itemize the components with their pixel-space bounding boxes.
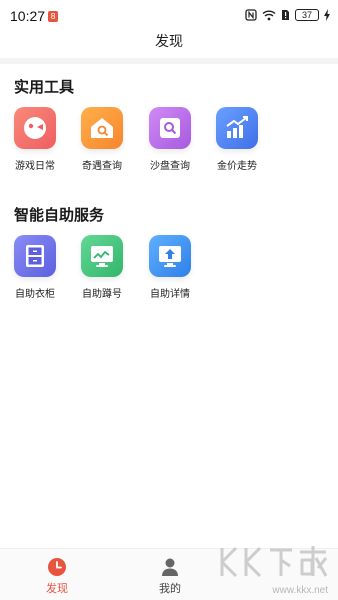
service-wardrobe-tile[interactable] bbox=[14, 235, 56, 277]
tab-discover-label: 发现 bbox=[46, 582, 68, 595]
service-account-watch-label: 自助蹲号 bbox=[82, 289, 122, 300]
tool-sandbox-query[interactable]: 沙盘查询 bbox=[140, 107, 200, 172]
header-divider bbox=[0, 58, 338, 64]
wifi-icon bbox=[262, 10, 276, 21]
tool-encounter-query[interactable]: 奇遇查询 bbox=[72, 107, 132, 172]
tab-discover[interactable]: 发现 bbox=[27, 557, 87, 596]
tab-mine[interactable]: 我的 bbox=[140, 557, 200, 596]
tool-game-daily-label: 游戏日常 bbox=[15, 161, 55, 172]
battery-indicator: 37 bbox=[295, 9, 319, 21]
service-account-watch-tile[interactable] bbox=[81, 235, 123, 277]
sim-alert-icon bbox=[282, 10, 289, 20]
page-title: 发现 bbox=[155, 34, 183, 50]
service-details-tile[interactable] bbox=[149, 235, 191, 277]
tool-sandbox-query-label: 沙盘查询 bbox=[150, 161, 190, 172]
status-time: 10:27 bbox=[10, 8, 46, 24]
service-wardrobe-label: 自助衣柜 bbox=[15, 289, 55, 300]
notification-badge: 8 bbox=[48, 11, 58, 22]
monitor-chart-icon bbox=[91, 246, 113, 267]
status-icons: 37 bbox=[245, 9, 330, 21]
service-details[interactable]: 自助详情 bbox=[140, 235, 200, 300]
nfc-icon bbox=[245, 9, 257, 21]
gamepad-icon bbox=[24, 117, 46, 139]
user-icon bbox=[162, 558, 178, 576]
service-account-watch[interactable]: 自助蹲号 bbox=[72, 235, 132, 300]
chart-trend-icon bbox=[226, 116, 248, 138]
charging-icon bbox=[324, 9, 330, 21]
service-details-label: 自助详情 bbox=[150, 289, 190, 300]
kk-download-logo-icon bbox=[220, 546, 328, 578]
tool-gold-price[interactable]: 金价走势 bbox=[207, 107, 267, 172]
tab-mine-label: 我的 bbox=[159, 582, 181, 595]
service-wardrobe[interactable]: 自助衣柜 bbox=[5, 235, 65, 300]
watermark-url: www.kkx.net bbox=[272, 585, 328, 596]
search-box-icon bbox=[160, 118, 180, 138]
upload-screen-icon bbox=[159, 246, 181, 267]
section-title-services: 智能自助服务 bbox=[14, 206, 105, 224]
tool-encounter-query-label: 奇遇查询 bbox=[82, 161, 122, 172]
clock-icon bbox=[48, 558, 66, 576]
watermark: www.kkx.net bbox=[214, 540, 334, 598]
tool-gold-price-tile[interactable] bbox=[216, 107, 258, 149]
home-search-icon bbox=[91, 118, 113, 138]
tool-gold-price-label: 金价走势 bbox=[217, 161, 257, 172]
tool-game-daily-tile[interactable] bbox=[14, 107, 56, 149]
tool-sandbox-query-tile[interactable] bbox=[149, 107, 191, 149]
section-title-tools: 实用工具 bbox=[14, 78, 75, 96]
tool-game-daily[interactable]: 游戏日常 bbox=[5, 107, 65, 172]
cabinet-icon bbox=[26, 245, 44, 267]
app-bar: 发现 bbox=[0, 28, 338, 58]
tool-encounter-query-tile[interactable] bbox=[81, 107, 123, 149]
status-bar: 10:27 8 37 bbox=[0, 0, 338, 28]
